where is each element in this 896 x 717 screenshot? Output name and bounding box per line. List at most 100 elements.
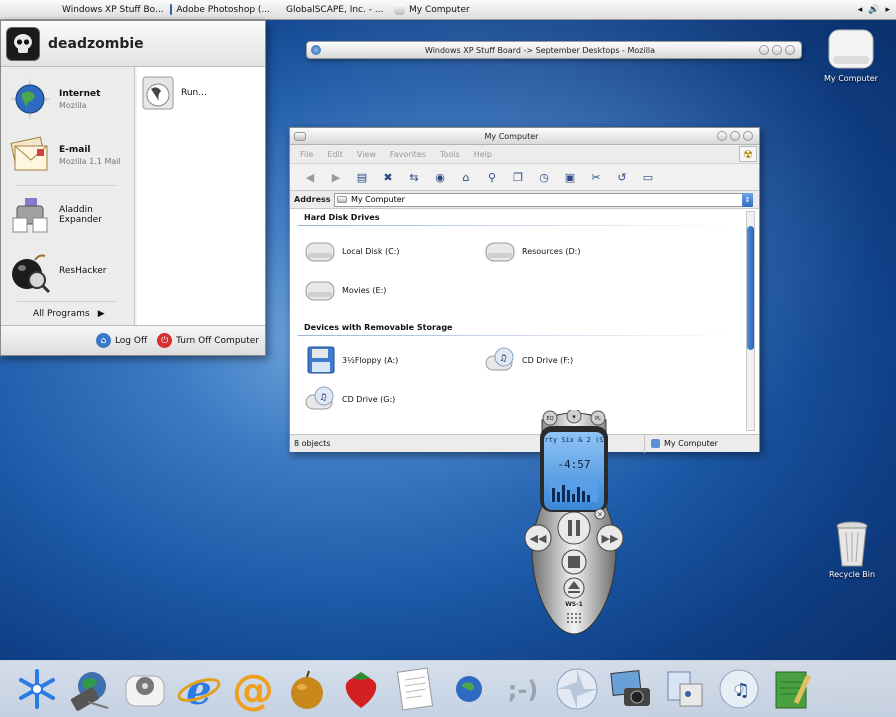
copy-icon[interactable]: ❐ xyxy=(508,168,528,186)
hard-drive-icon xyxy=(305,281,335,301)
cd-drive-icon: ♫ xyxy=(305,386,334,410)
close-button[interactable] xyxy=(743,131,753,141)
drive-local-disk-c[interactable]: Local Disk (C:) xyxy=(304,237,400,265)
drive-cd-g[interactable]: ♫ CD Drive (G:) xyxy=(304,385,395,413)
mozilla-window-icon xyxy=(311,45,321,55)
move-icon[interactable]: ⇆ xyxy=(404,168,424,186)
eq-label: EQ xyxy=(546,416,553,422)
home-icon[interactable]: ⌂ xyxy=(456,168,476,186)
minimize-button[interactable] xyxy=(717,131,727,141)
smiley-icon[interactable]: ;-) xyxy=(498,664,548,714)
document-icon[interactable] xyxy=(390,664,440,714)
menu-file[interactable]: File xyxy=(300,150,313,159)
start-menu-header: deadzombie xyxy=(1,21,265,67)
cut-icon[interactable]: ✂ xyxy=(586,168,606,186)
user-avatar[interactable] xyxy=(6,26,40,61)
delete-icon[interactable]: ✖ xyxy=(378,168,398,186)
window-buttons xyxy=(759,45,801,55)
mail-icon xyxy=(10,136,48,171)
menu-view[interactable]: View xyxy=(357,150,376,159)
program-email[interactable]: E-mail Mozilla 1.1 Mail xyxy=(7,129,133,181)
itunes-icon[interactable]: ♫ xyxy=(714,664,764,714)
program-reshacker[interactable]: ResHacker xyxy=(7,245,133,297)
drive-icon[interactable] xyxy=(120,664,170,714)
close-button[interactable] xyxy=(785,45,795,55)
program-subtitle: Mozilla 1.1 Mail xyxy=(59,156,121,166)
svg-text:@: @ xyxy=(232,666,274,712)
task-photoshop[interactable]: Adobe Photoshop (... xyxy=(164,1,276,19)
menu-favorites[interactable]: Favorites xyxy=(390,150,426,159)
vertical-scrollbar[interactable] xyxy=(746,211,755,431)
drive-cd-f[interactable]: ♫ CD Drive (F:) xyxy=(484,346,573,374)
compass-globe-icon[interactable] xyxy=(444,664,494,714)
player-marquee: orty Six & 2 (Sl xyxy=(540,436,607,444)
start-menu-programs: Internet Mozilla E-mail Mozilla 1.1 Mail A… xyxy=(1,67,135,327)
drive-resources-d[interactable]: Resources (D:) xyxy=(484,237,581,265)
tray-back-icon[interactable]: ◂ xyxy=(858,5,863,15)
svg-text:♫: ♫ xyxy=(319,393,327,403)
menu-tools[interactable]: Tools xyxy=(440,150,460,159)
drive-icon xyxy=(337,196,347,203)
system-tray: ◂ 🔊 ▸ xyxy=(858,5,896,15)
task-mozilla-board[interactable]: Windows XP Stuff Bo... xyxy=(52,1,164,19)
back-icon[interactable]: ◀ xyxy=(300,168,320,186)
media-player[interactable]: orty Six & 2 (Sl -4:57 EQ ▾ PL × ◀◀ ▶▶ W… xyxy=(520,410,628,640)
divider xyxy=(17,301,117,302)
tray-next-icon[interactable]: ▸ xyxy=(885,5,890,15)
paste-icon[interactable]: ▣ xyxy=(560,168,580,186)
maximize-button[interactable] xyxy=(772,45,782,55)
radiation-logo-icon: ☢ xyxy=(739,146,757,162)
group-header-hard-disks: Hard Disk Drives xyxy=(304,213,380,222)
strawberry-icon[interactable] xyxy=(336,664,386,714)
apple-fruit-icon[interactable] xyxy=(282,664,332,714)
drive-floppy-a[interactable]: 3½Floppy (A:) xyxy=(304,346,398,374)
email-at-icon[interactable]: @ xyxy=(228,664,278,714)
aperture-icon[interactable] xyxy=(552,664,602,714)
run-button[interactable]: Run... xyxy=(141,75,207,111)
finder-icon[interactable] xyxy=(660,664,710,714)
snowflake-icon[interactable] xyxy=(12,664,62,714)
divider xyxy=(298,225,738,226)
log-off-button[interactable]: ⌂ Log Off xyxy=(95,333,147,348)
title-bar[interactable]: My Computer xyxy=(290,128,759,145)
forward-icon[interactable]: ▶ xyxy=(326,168,346,186)
undo-icon[interactable]: ↺ xyxy=(612,168,632,186)
chevron-down-icon[interactable]: ⇕ xyxy=(742,192,753,207)
folders-icon[interactable]: ▤ xyxy=(352,168,372,186)
program-internet[interactable]: Internet Mozilla xyxy=(7,73,133,125)
svg-text:e: e xyxy=(186,667,211,712)
hard-drive-icon xyxy=(485,242,515,262)
program-aladdin-expander[interactable]: Aladdin Expander xyxy=(7,189,133,241)
volume-icon[interactable]: 🔊 xyxy=(868,5,879,15)
search-icon[interactable]: ⚲ xyxy=(482,168,502,186)
program-name: E-mail xyxy=(59,144,91,155)
address-field[interactable]: My Computer ⇕ xyxy=(334,192,753,207)
drive-icon[interactable]: ▭ xyxy=(638,168,658,186)
photoshop-icon xyxy=(170,4,173,15)
drive-movies-e[interactable]: Movies (E:) xyxy=(304,276,386,304)
program-name: Internet xyxy=(59,88,101,99)
globe-icon[interactable]: ◉ xyxy=(430,168,450,186)
scrollbar-thumb[interactable] xyxy=(747,226,754,350)
maximize-button[interactable] xyxy=(730,131,740,141)
menu-help[interactable]: Help xyxy=(474,150,492,159)
desktop-icon-my-computer[interactable]: My Computer xyxy=(818,24,884,83)
internet-explorer-icon[interactable]: e xyxy=(174,664,224,714)
start-menu: deadzombie Internet Mozilla E-mail Mozilla… xyxy=(0,20,266,356)
dock: e @ ;-) ♫ xyxy=(0,660,896,717)
task-globalscape[interactable]: GlobalSCAPE, Inc. - ... xyxy=(276,1,388,19)
all-programs-button[interactable]: All Programs ▶ xyxy=(33,309,105,319)
drive-label: Movies (E:) xyxy=(342,285,387,295)
status-object-count: 8 objects xyxy=(294,439,331,448)
notepad-icon[interactable] xyxy=(768,664,818,714)
menu-edit[interactable]: Edit xyxy=(327,150,343,159)
photo-camera-icon[interactable] xyxy=(606,664,656,714)
network-icon[interactable] xyxy=(66,664,116,714)
turn-off-button[interactable]: ⏻ Turn Off Computer xyxy=(157,333,259,348)
mozilla-window-collapsed[interactable]: Windows XP Stuff Board -> September Desk… xyxy=(306,41,802,59)
history-icon[interactable]: ◷ xyxy=(534,168,554,186)
desktop-icon-recycle-bin[interactable]: Recycle Bin xyxy=(822,518,882,579)
address-label: Address xyxy=(294,195,331,204)
task-my-computer[interactable]: My Computer xyxy=(388,1,508,19)
minimize-button[interactable] xyxy=(759,45,769,55)
